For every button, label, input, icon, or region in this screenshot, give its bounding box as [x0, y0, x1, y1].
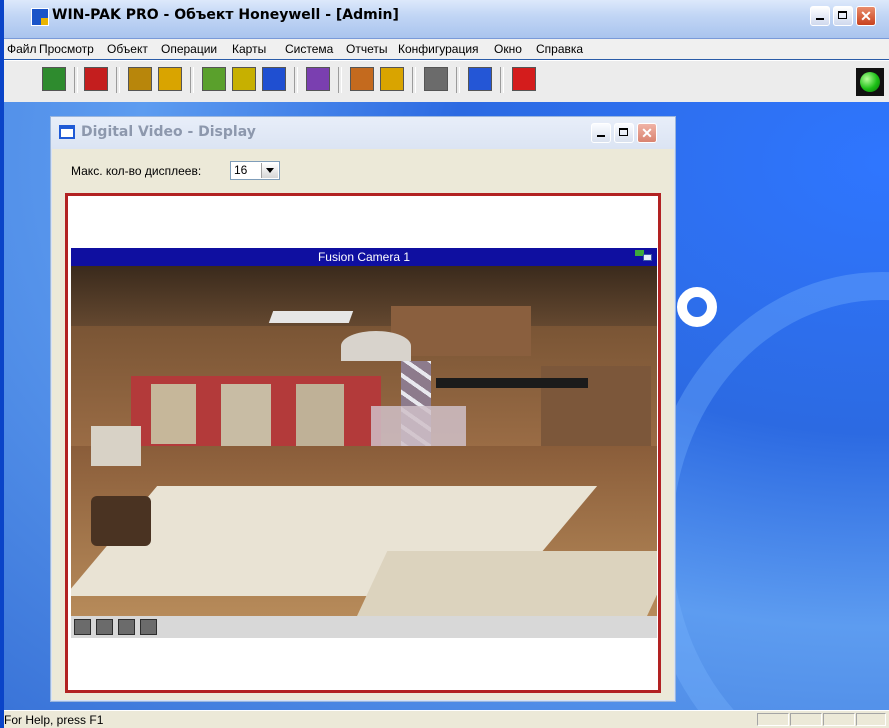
connection-status-icon	[856, 68, 884, 96]
video-display-frame: Fusion Camera 1	[65, 193, 661, 693]
toolbar-separator	[116, 67, 120, 93]
camera-title: Fusion Camera 1	[317, 250, 411, 264]
dv-title-bar[interactable]: Digital Video - Display ✕	[51, 117, 675, 149]
resize-grip-icon[interactable]	[856, 713, 886, 726]
menu-operations[interactable]: Операции	[161, 42, 217, 56]
status-panel-2	[790, 713, 822, 726]
toolbar	[4, 60, 889, 104]
menu-bar: Файл Просмотр Объект Операции Карты Сист…	[4, 39, 889, 59]
menu-configuration[interactable]: Конфигурация	[398, 42, 479, 56]
ptz-button-3[interactable]	[118, 619, 135, 635]
menu-file[interactable]: Файл	[7, 42, 37, 56]
toolbar-separator	[190, 67, 194, 93]
person-icon[interactable]	[378, 65, 406, 93]
minimize-button[interactable]	[810, 6, 830, 26]
window-icon[interactable]	[59, 125, 75, 139]
menu-view[interactable]: Просмотр	[39, 42, 94, 56]
camera-controls-bar	[71, 616, 657, 638]
users-icon[interactable]	[304, 65, 332, 93]
menu-window[interactable]: Окно	[494, 42, 522, 56]
map-icon[interactable]	[200, 65, 228, 93]
dv-maximize-button[interactable]	[614, 123, 634, 143]
building-icon[interactable]	[82, 65, 110, 93]
status-panel-1	[757, 713, 789, 726]
toolbar-separator	[412, 67, 416, 93]
toolbar-separator	[74, 67, 78, 93]
toolbar-separator	[294, 67, 298, 93]
max-displays-dropdown[interactable]: 16	[230, 161, 280, 180]
toolbar-separator	[456, 67, 460, 93]
dv-close-button[interactable]: ✕	[637, 123, 657, 143]
dv-minimize-button[interactable]	[591, 123, 611, 143]
camera-network-icon[interactable]	[635, 250, 653, 263]
status-text: For Help, press F1	[4, 713, 104, 727]
exit-icon[interactable]	[510, 65, 538, 93]
panel-icon[interactable]	[126, 65, 154, 93]
toolbar-separator	[338, 67, 342, 93]
camera-header[interactable]: Fusion Camera 1	[71, 248, 657, 266]
main-window: WIN-PAK PRO - Объект Honeywell - [Admin]…	[0, 0, 889, 728]
toolbar-separator	[500, 67, 504, 93]
layers-icon[interactable]	[422, 65, 450, 93]
max-displays-value: 16	[234, 163, 248, 177]
max-displays-label: Макс. кол-во дисплеев:	[71, 164, 202, 178]
status-panel-3	[823, 713, 855, 726]
menu-maps[interactable]: Карты	[232, 42, 266, 56]
edit-pencil-icon[interactable]	[156, 65, 184, 93]
monitor-icon[interactable]	[230, 65, 258, 93]
dv-window-title: Digital Video - Display	[81, 124, 256, 140]
ptz-button-4[interactable]	[140, 619, 157, 635]
window-title: WIN-PAK PRO - Объект Honeywell - [Admin]	[52, 7, 399, 23]
background-logo-fragment	[677, 287, 717, 327]
ptz-button-2[interactable]	[96, 619, 113, 635]
checklist-icon[interactable]	[40, 65, 68, 93]
winpak-app-icon[interactable]	[31, 8, 49, 26]
import-export-icon[interactable]	[348, 65, 376, 93]
report-chart-icon[interactable]	[260, 65, 288, 93]
help-icon[interactable]	[466, 65, 494, 93]
maximize-button[interactable]	[833, 6, 853, 26]
menu-reports[interactable]: Отчеты	[346, 42, 387, 56]
camera-video-feed[interactable]	[71, 266, 657, 616]
status-bar: For Help, press F1	[4, 710, 889, 728]
title-bar[interactable]: WIN-PAK PRO - Объект Honeywell - [Admin]…	[4, 0, 889, 39]
chevron-down-icon[interactable]	[261, 163, 278, 178]
menu-object[interactable]: Объект	[107, 42, 148, 56]
menu-system[interactable]: Система	[285, 42, 333, 56]
digital-video-display-window[interactable]: Digital Video - Display ✕ Макс. кол-во д…	[50, 116, 676, 702]
close-button[interactable]: ✕	[856, 6, 876, 26]
ptz-button-1[interactable]	[74, 619, 91, 635]
menu-help[interactable]: Справка	[536, 42, 583, 56]
